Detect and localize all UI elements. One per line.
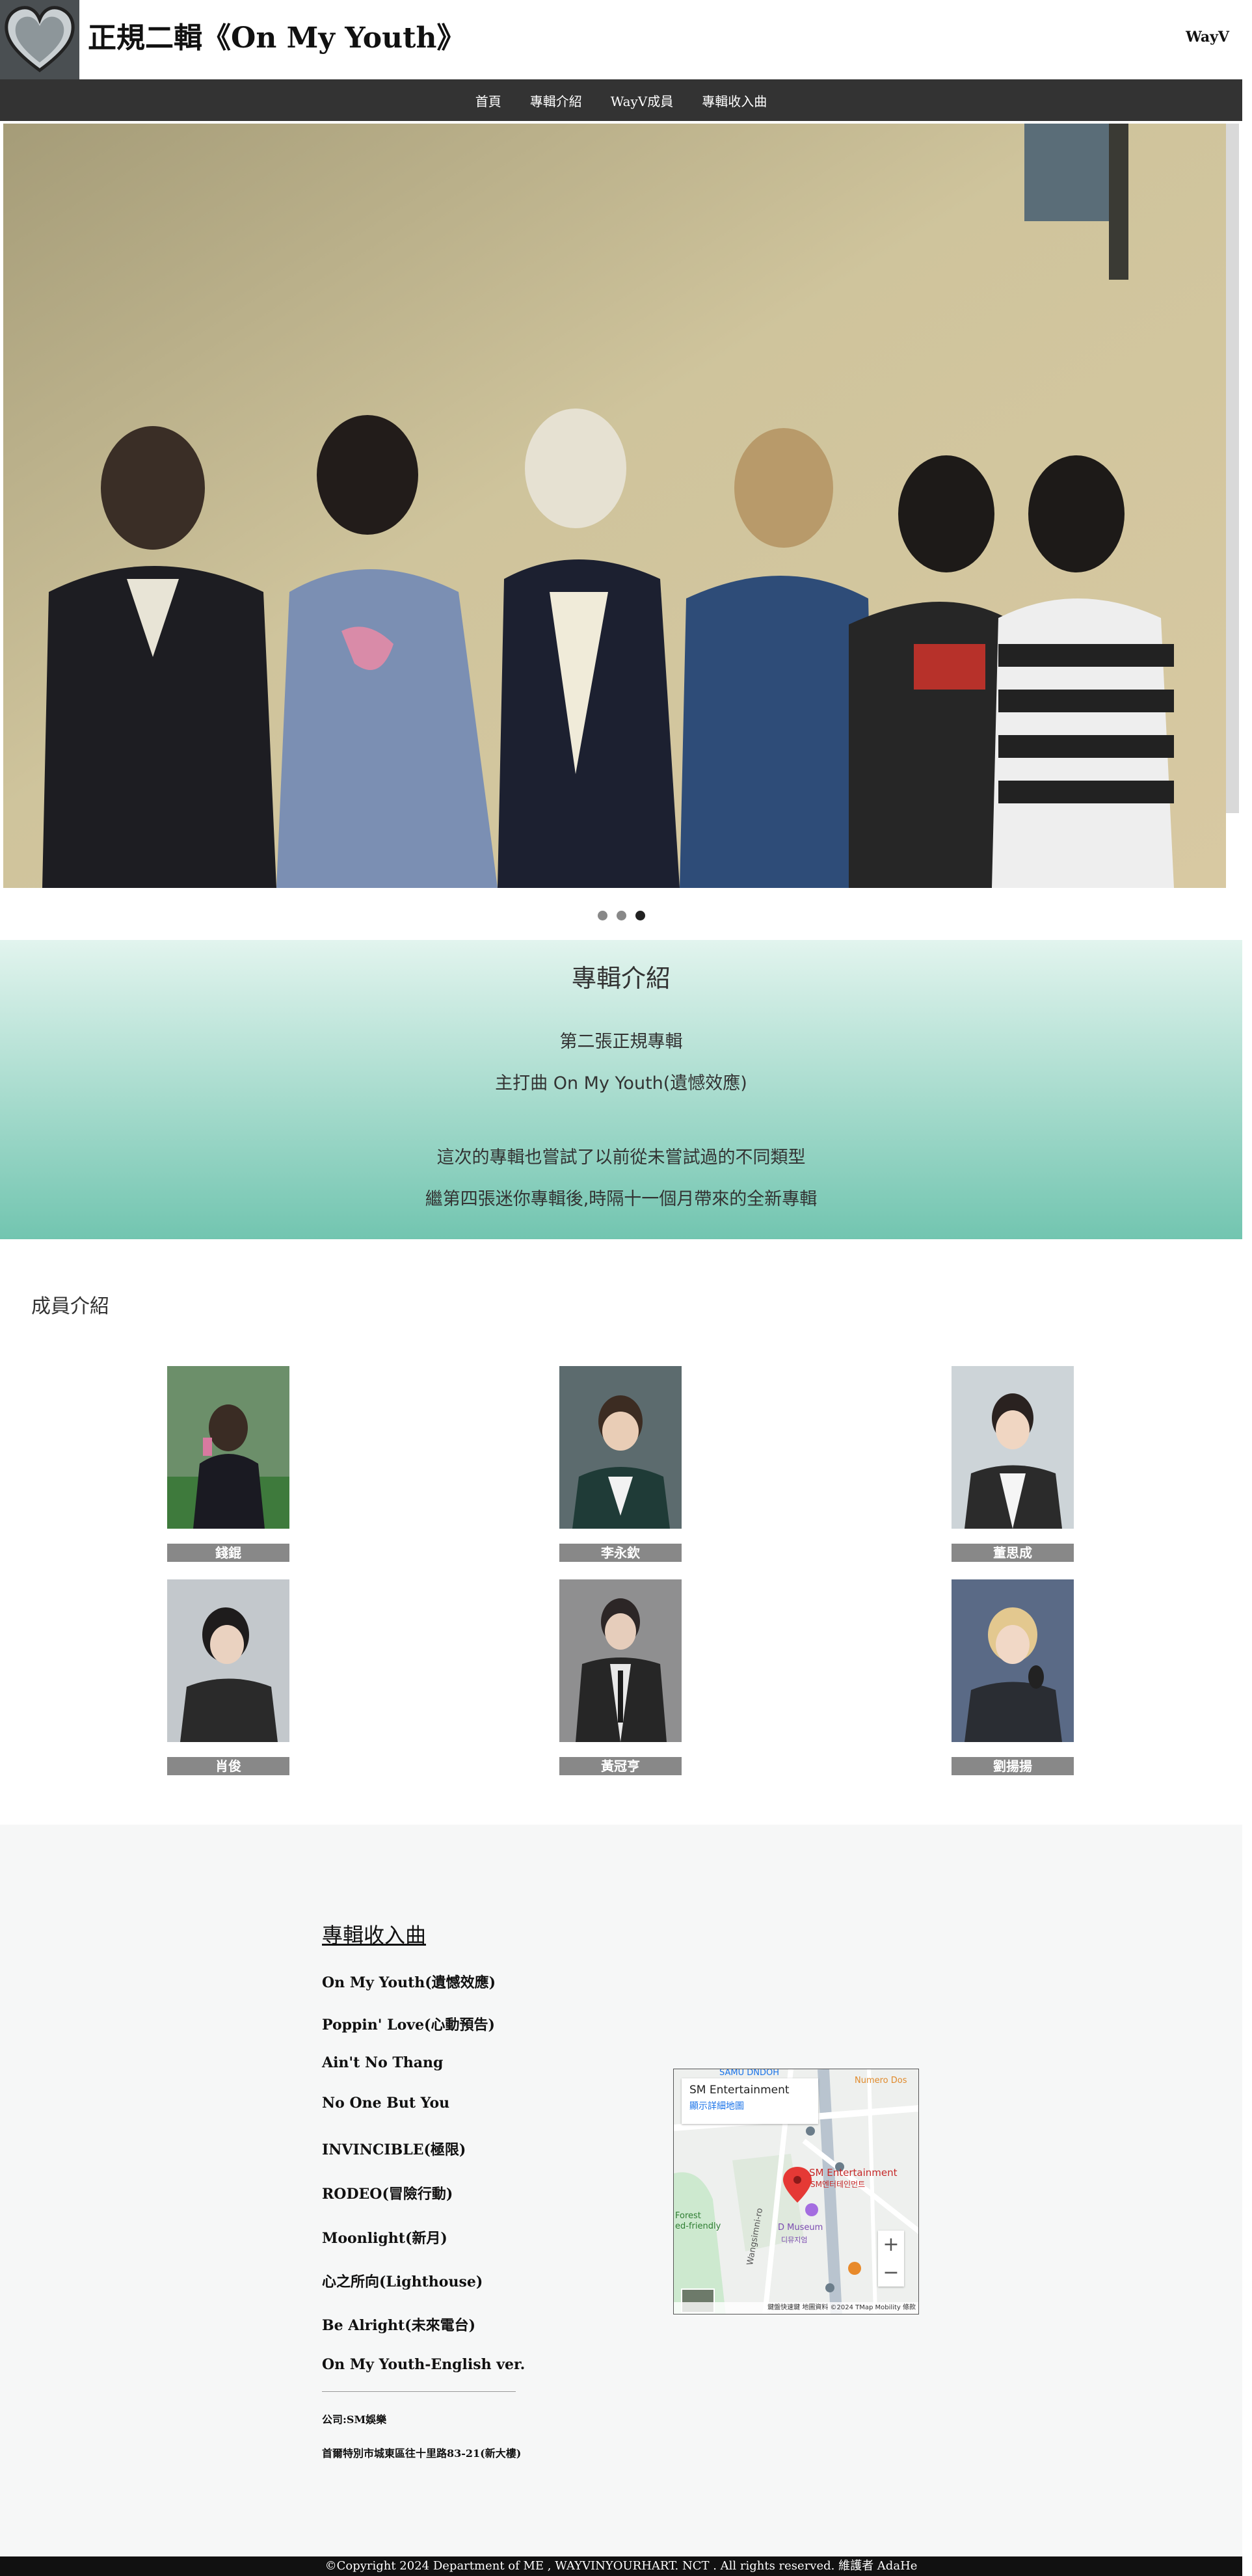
nav-item-home[interactable]: 首頁 — [475, 91, 501, 110]
main-nav: 首頁 專輯介紹 WayV成員 專輯收入曲 — [0, 79, 1242, 121]
intro-line-2: 主打曲 On My Youth(遺憾效應) — [495, 1073, 747, 1093]
nav-item-album-intro[interactable]: 專輯介紹 — [530, 91, 582, 110]
member-card[interactable]: 劉揚揚 — [952, 1579, 1074, 1775]
tracks-heading: 專輯收入曲 — [322, 1923, 427, 1948]
member-card[interactable]: 錢錕 — [167, 1366, 289, 1562]
member-name: 劉揚揚 — [952, 1757, 1074, 1775]
member-photo[interactable] — [167, 1366, 289, 1529]
member-photo[interactable] — [952, 1579, 1074, 1742]
map-poi-label: ed-friendly — [675, 2221, 721, 2231]
map-poi-label: Forest — [675, 2211, 701, 2221]
track-item: Ain't No Thang — [322, 2054, 444, 2071]
member-name: 黃冠亨 — [559, 1757, 682, 1775]
brand-link[interactable]: WayV — [1186, 29, 1229, 46]
track-item: Poppin' Love(心動預告) — [322, 2017, 495, 2033]
heart-logo[interactable] — [0, 0, 79, 79]
member-name: 董思成 — [952, 1544, 1074, 1562]
intro-heading: 專輯介紹 — [571, 964, 671, 993]
track-item: RODEO(冒險行動) — [322, 2186, 453, 2203]
member-name: 肖俊 — [167, 1757, 289, 1775]
map-poi-label: D Museum — [778, 2223, 823, 2233]
company-address: 首爾特別市城東區往十里路83-21(新大樓) — [322, 2447, 522, 2460]
member-card[interactable]: 黃冠亨 — [559, 1579, 682, 1775]
zoom-in-button[interactable]: + — [878, 2231, 904, 2259]
carousel-dot-2[interactable] — [616, 911, 626, 920]
member-photo[interactable] — [167, 1579, 289, 1742]
embedded-map[interactable]: SAMU DNDOH Numero Dos SM Entertainment 顯… — [673, 2069, 919, 2314]
nav-item-members[interactable]: WayV成員 — [611, 91, 673, 110]
track-item: Be Alright(未來電台) — [322, 2317, 475, 2334]
nav-item-tracks[interactable]: 專輯收入曲 — [702, 91, 767, 110]
track-item: 心之所向(Lighthouse) — [322, 2274, 483, 2290]
map-poi-label: 디뮤지엄 — [781, 2236, 808, 2244]
map-zoom-controls: + − — [878, 2231, 904, 2287]
member-photo[interactable] — [559, 1579, 682, 1742]
carousel-dot-1[interactable] — [597, 911, 607, 920]
member-card[interactable]: 李永欽 — [559, 1366, 682, 1562]
intro-line-4: 繼第四張迷你專輯後,時隔十一個月帶來的全新專輯 — [425, 1189, 818, 1209]
map-card-link[interactable]: 顯示詳細地圖 — [689, 2099, 810, 2112]
member-card[interactable]: 董思成 — [952, 1366, 1074, 1562]
site-header: 正規二輯《On My Youth》 WayV — [0, 0, 1242, 79]
track-item: On My Youth-English ver. — [322, 2356, 526, 2373]
intro-line-1: 第二張正規專輯 — [559, 1032, 683, 1052]
tracks-section — [0, 1825, 1242, 2556]
album-intro-section: 專輯介紹 第二張正規專輯 主打曲 On My Youth(遺憾效應) 這次的專輯… — [0, 940, 1242, 1239]
member-name: 李永欽 — [559, 1544, 682, 1562]
carousel-indicators — [0, 911, 1242, 920]
track-item: On My Youth(遺憾效應) — [322, 1974, 496, 1991]
map-card-title: SM Entertainment — [689, 2084, 790, 2097]
member-card[interactable]: 肖俊 — [167, 1579, 289, 1775]
member-photo[interactable] — [559, 1366, 682, 1529]
carousel-dot-3[interactable] — [635, 911, 645, 920]
map-pin-sublabel: SM엔터테인먼트 — [810, 2180, 866, 2189]
track-item: No One But You — [322, 2095, 450, 2112]
map-poi-label: SAMU DNDOH — [719, 2069, 780, 2078]
company-info: 公司:SM娛樂 — [322, 2413, 387, 2426]
map-info-card: SM Entertainment 顯示詳細地圖 — [682, 2078, 818, 2124]
map-poi-label: Numero Dos — [855, 2076, 907, 2086]
members-heading: 成員介紹 — [31, 1295, 109, 1318]
member-photo[interactable] — [952, 1366, 1074, 1529]
track-item: Moonlight(新月) — [322, 2230, 447, 2247]
member-name: 錢錕 — [167, 1544, 289, 1562]
map-pin-label: SM Entertainment — [809, 2167, 898, 2179]
page-footer: ©Copyright 2024 Department of ME , WAYVI… — [0, 2556, 1242, 2576]
zoom-out-button[interactable]: − — [878, 2259, 904, 2287]
carousel-next-peek — [1226, 124, 1239, 813]
track-item: INVINCIBLE(極限) — [322, 2141, 466, 2158]
page-title: 正規二輯《On My Youth》 — [88, 21, 466, 55]
map-attribution: 鍵盤快速鍵 地圖資料 ©2024 TMap Mobility 條款 — [674, 2302, 918, 2314]
hero-carousel-image[interactable] — [3, 124, 1226, 888]
intro-line-3: 這次的專輯也嘗試了以前從未嘗試過的不同類型 — [436, 1147, 806, 1168]
divider — [322, 2391, 516, 2392]
